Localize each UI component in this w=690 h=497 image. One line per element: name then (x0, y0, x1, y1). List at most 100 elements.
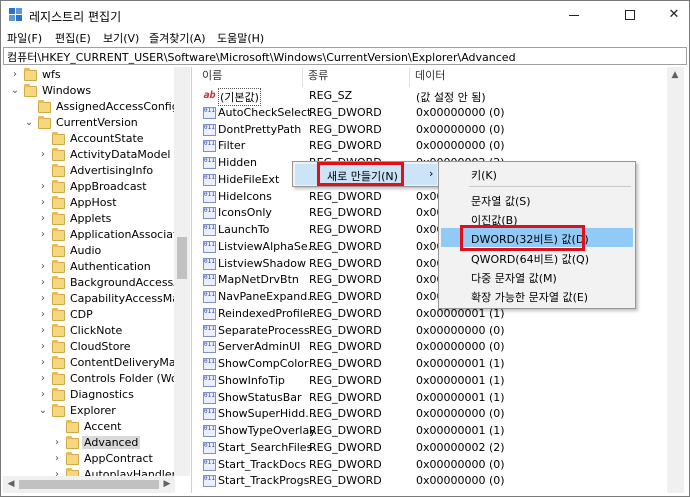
tree-node[interactable]: ⌄ Explorer (3, 403, 183, 419)
value-row[interactable]: 011 110AutoCheckSelectREG_DWORD 0x0000000… (197, 105, 667, 121)
maximize-button[interactable] (606, 1, 652, 29)
submenu-item[interactable]: 다중 문자열 값(M) (441, 267, 633, 286)
value-type: REG_DWORD (309, 256, 382, 270)
chevron-right-icon[interactable]: › (38, 339, 48, 355)
binary-value-icon: 011 110 (203, 341, 216, 354)
scroll-right-icon[interactable]: ▶ (159, 476, 175, 493)
value-data: 0x00000000 (0) (416, 340, 505, 354)
chevron-down-icon[interactable]: ⌄ (10, 83, 20, 99)
column-type-header[interactable]: 종류 (303, 67, 410, 87)
tree-node[interactable]: ⌄ Windows (3, 83, 183, 99)
tree-node[interactable]: › AppHost (3, 195, 183, 211)
menu-help[interactable]: 도움말(H) (215, 30, 266, 46)
tree-node[interactable]: › Applets (3, 211, 183, 227)
value-row[interactable]: 011 110ShowSuperHidd...REG_DWORD 0x000000… (197, 406, 667, 422)
chevron-down-icon[interactable]: ⌄ (24, 115, 34, 131)
tree-vertical-scrollbar[interactable] (174, 67, 190, 476)
key-tree-pane[interactable]: › wfs ⌄ Windows AssignedAccessConfig ⌄ Current… (3, 67, 192, 493)
minimize-button[interactable] (551, 1, 597, 29)
tree-horizontal-scrollbar[interactable]: ◀ ▶ (3, 476, 175, 493)
chevron-right-icon[interactable]: › (38, 227, 48, 243)
chevron-right-icon[interactable]: › (38, 195, 48, 211)
tree-node[interactable]: › ApplicationAssociat (3, 227, 183, 243)
tree-node[interactable]: › ActivityDataModel (3, 147, 183, 163)
menu-view[interactable]: 보기(V) (101, 30, 141, 46)
value-row[interactable]: 011 110ShowCompColorREG_DWORD 0x00000001 … (197, 356, 667, 372)
binary-value-icon: 011 110 (203, 475, 216, 488)
tree-scroll-thumb[interactable] (177, 237, 187, 279)
submenu-arrow-icon: › (429, 167, 434, 180)
submenu-item-label: 키(K) (471, 169, 497, 182)
value-row[interactable]: 011 110ServerAdminUI REG_DWORD 0x00000000 … (197, 339, 667, 355)
submenu-item[interactable]: 확장 가능한 문자열 값(E) (441, 286, 633, 305)
value-row[interactable]: 011 110ShowStatusBar REG_DWORD 0x00000001 … (197, 390, 667, 406)
chevron-right-icon[interactable]: › (38, 179, 48, 195)
column-type-label: 종류 (308, 69, 329, 82)
chevron-right-icon[interactable]: › (38, 307, 48, 323)
tree-node[interactable]: › CloudStore (3, 339, 183, 355)
tree-node[interactable]: › Authentication (3, 259, 183, 275)
value-row[interactable]: 011 110Start_SearchFilesREG_DWORD 0x00000… (197, 440, 667, 456)
chevron-right-icon[interactable]: › (52, 451, 62, 467)
folder-icon (52, 244, 65, 257)
value-row[interactable]: 011 110DontPrettyPath REG_DWORD 0x00000000… (197, 122, 667, 138)
tree-node[interactable]: › CDP (3, 307, 183, 323)
tree-node[interactable]: › CapabilityAccessMa (3, 291, 183, 307)
tree-hscroll-thumb[interactable] (19, 480, 159, 489)
value-row[interactable]: 011 110ShowInfoTip REG_DWORD 0x00000001 (1… (197, 373, 667, 389)
value-row[interactable]: 011 110SeparateProcessREG_DWORD 0x0000000… (197, 323, 667, 339)
tree-node[interactable]: ⌄ CurrentVersion (3, 115, 183, 131)
value-vertical-scrollbar[interactable]: ▲ (667, 67, 684, 493)
tree-node[interactable]: AdvertisingInfo (3, 163, 183, 179)
tree-node[interactable]: › BackgroundAccessA (3, 275, 183, 291)
chevron-down-icon[interactable]: ⌄ (38, 403, 48, 419)
submenu-item[interactable]: 키(K) (441, 164, 633, 183)
tree-node[interactable]: › ClickNote (3, 323, 183, 339)
chevron-right-icon[interactable]: › (38, 355, 48, 371)
address-bar[interactable]: 컴퓨터\HKEY_CURRENT_USER\Software\Microsoft… (3, 47, 687, 65)
chevron-right-icon[interactable]: › (38, 387, 48, 403)
folder-icon (66, 452, 79, 465)
column-data-header[interactable]: 데이터 (410, 67, 667, 87)
tree-node[interactable]: › Advanced (3, 435, 183, 451)
value-row[interactable]: ab (기본값) REG_SZ (값 설정 안 됨) (197, 88, 667, 106)
chevron-right-icon[interactable]: › (10, 67, 20, 83)
menu-edit[interactable]: 편집(E) (53, 30, 93, 46)
tree-node[interactable]: AssignedAccessConfig (3, 99, 183, 115)
binary-value-icon: 011 110 (203, 257, 216, 270)
scroll-up-icon[interactable]: ▲ (667, 67, 683, 84)
value-name: Start_TrackProgs (218, 474, 310, 488)
chevron-right-icon[interactable]: › (38, 147, 48, 163)
tree-node[interactable]: › ContentDeliveryMar (3, 355, 183, 371)
value-row[interactable]: 011 110Start_TrackDocsREG_DWORD 0x0000000… (197, 457, 667, 473)
tree-node-label: CDP (70, 308, 93, 321)
column-name-header[interactable]: 이름 (197, 67, 303, 87)
scroll-left-icon[interactable]: ◀ (3, 476, 19, 493)
value-row[interactable]: 011 110Start_TrackProgsREG_DWORD 0x000000… (197, 473, 667, 489)
tree-node[interactable]: › wfs (3, 67, 183, 83)
chevron-right-icon[interactable]: › (38, 323, 48, 339)
chevron-right-icon[interactable]: › (38, 211, 48, 227)
submenu-item[interactable]: 문자열 값(S) (441, 190, 633, 209)
value-row[interactable]: 011 110Filter REG_DWORD 0x00000000 (0) (197, 138, 667, 154)
folder-icon (52, 260, 65, 273)
tree-node[interactable]: › AppContract (3, 451, 183, 467)
chevron-right-icon[interactable]: › (38, 291, 48, 307)
tree-node[interactable]: › AppBroadcast (3, 179, 183, 195)
tree-node[interactable]: Audio (3, 243, 183, 259)
tree-node[interactable]: AccountState (3, 131, 183, 147)
tree-node[interactable]: › Controls Folder (Wo (3, 371, 183, 387)
close-icon: ✕ (668, 7, 680, 22)
close-button[interactable]: ✕ (651, 1, 690, 29)
value-type: REG_DWORD (309, 407, 382, 421)
value-row[interactable]: 011 110ShowTypeOverlayREG_DWORD 0x0000000… (197, 423, 667, 439)
chevron-right-icon[interactable]: › (38, 371, 48, 387)
chevron-right-icon[interactable]: › (38, 275, 48, 291)
menu-favorites[interactable]: 즐겨찾기(A) (147, 30, 208, 46)
chevron-right-icon[interactable]: › (52, 435, 62, 451)
chevron-right-icon[interactable]: › (38, 259, 48, 275)
menu-file[interactable]: 파일(F) (5, 30, 44, 46)
tree-node[interactable]: Accent (3, 419, 183, 435)
tree-node[interactable]: › Diagnostics (3, 387, 183, 403)
binary-value-icon: 011 110 (203, 173, 216, 186)
